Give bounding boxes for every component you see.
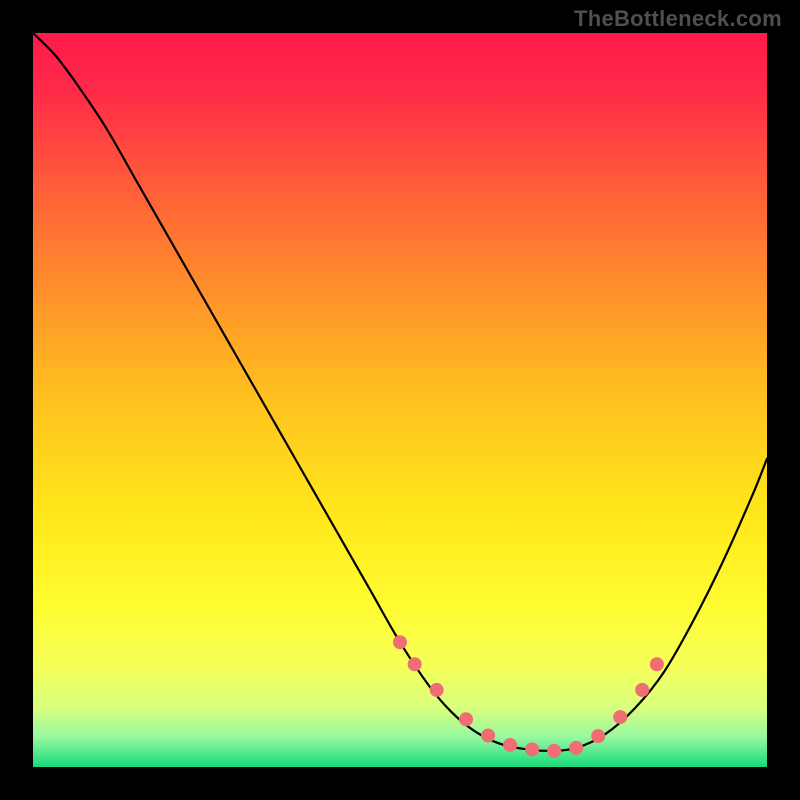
highlight-dot [635,683,649,697]
plot-area [33,33,767,767]
chart-frame: TheBottleneck.com [0,0,800,800]
attribution-label: TheBottleneck.com [574,6,782,32]
highlight-dot [481,728,495,742]
highlight-dot [430,683,444,697]
highlight-dots [393,635,664,758]
highlight-dot [650,657,664,671]
highlight-dot [503,738,517,752]
highlight-dot [408,657,422,671]
highlight-dot [613,710,627,724]
curve-layer [33,33,767,767]
highlight-dot [569,741,583,755]
highlight-dot [393,635,407,649]
highlight-dot [591,729,605,743]
highlight-dot [547,744,561,758]
highlight-dot [459,712,473,726]
highlight-dot [525,742,539,756]
